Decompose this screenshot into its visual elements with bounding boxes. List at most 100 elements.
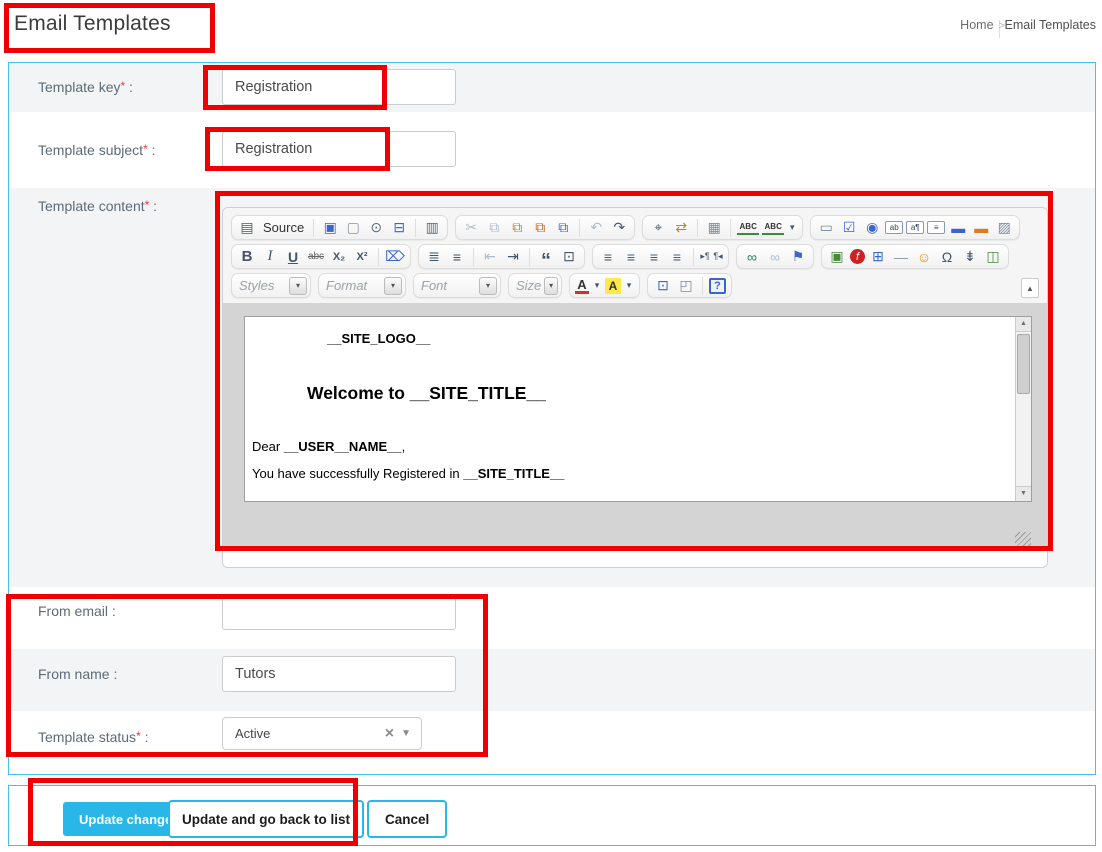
underline-icon[interactable]: U bbox=[283, 248, 303, 266]
spellcheck-icon[interactable]: ABC bbox=[737, 221, 759, 235]
styles-dropdown[interactable]: Styles▾ bbox=[231, 273, 311, 298]
chevron-down-icon[interactable]: ▾ bbox=[479, 277, 497, 295]
text-field-icon[interactable]: ab bbox=[885, 221, 903, 234]
div-container-icon[interactable]: ⊡ bbox=[559, 248, 579, 266]
toolbar-collapse-button[interactable]: ▲ bbox=[1021, 278, 1039, 298]
bold-icon[interactable]: B bbox=[237, 248, 257, 266]
outdent-icon[interactable]: ⇤ bbox=[480, 248, 500, 266]
print-icon[interactable]: ⊟ bbox=[389, 219, 409, 237]
text-dir-rtl-icon[interactable]: ¶◂ bbox=[713, 248, 723, 266]
align-left-icon[interactable]: ≡ bbox=[598, 248, 618, 266]
styles-dropdown-label: Styles bbox=[232, 278, 286, 293]
special-char-icon[interactable]: Ω bbox=[937, 248, 957, 266]
page-break-icon[interactable]: ⇟ bbox=[960, 248, 980, 266]
hidden-field-icon[interactable]: ▨ bbox=[994, 219, 1014, 237]
new-page-icon[interactable]: ▢ bbox=[343, 219, 363, 237]
bg-color-icon[interactable]: A bbox=[605, 278, 621, 294]
indent-icon[interactable]: ⇥ bbox=[503, 248, 523, 266]
smiley-icon[interactable]: ☺ bbox=[914, 248, 934, 266]
toolbar-separator bbox=[702, 277, 703, 295]
paste-icon[interactable]: ⧉ bbox=[507, 219, 527, 237]
subscript-icon[interactable]: X₂ bbox=[329, 248, 349, 266]
scayt-arrow-icon[interactable]: ▾ bbox=[787, 219, 797, 237]
chevron-down-icon[interactable]: ▼ bbox=[401, 728, 421, 739]
align-center-icon[interactable]: ≡ bbox=[621, 248, 641, 266]
undo-icon[interactable]: ↶ bbox=[586, 219, 606, 237]
anchor-icon[interactable]: ⚑ bbox=[788, 248, 808, 266]
find-icon[interactable]: ⌖ bbox=[648, 219, 668, 237]
site-logo-placeholder: __SITE_LOGO__ bbox=[327, 331, 430, 346]
form-icon[interactable]: ▭ bbox=[816, 219, 836, 237]
radio-icon[interactable]: ◉ bbox=[862, 219, 882, 237]
flash-icon[interactable]: f bbox=[850, 249, 865, 264]
text-dir-ltr-icon[interactable]: ▸¶ bbox=[700, 248, 710, 266]
remove-format-icon[interactable]: ⌦ bbox=[385, 248, 405, 266]
toolbar-group: BIUabcX₂X² ⌦ bbox=[231, 244, 411, 269]
scrollbar-thumb[interactable] bbox=[1017, 334, 1030, 394]
blockquote-icon[interactable]: “ bbox=[536, 248, 556, 266]
preview-icon[interactable]: ⊙ bbox=[366, 219, 386, 237]
bulleted-list-icon[interactable]: ≡ bbox=[447, 248, 467, 266]
horizontal-rule-icon[interactable]: ― bbox=[891, 248, 911, 266]
toolbar-separator bbox=[579, 219, 580, 237]
format-dropdown[interactable]: Format▾ bbox=[318, 273, 406, 298]
align-justify-icon[interactable]: ≡ bbox=[667, 248, 687, 266]
select-field-icon[interactable]: ≡ bbox=[927, 221, 945, 234]
text-color-arrow-icon[interactable]: ▾ bbox=[592, 277, 602, 295]
scroll-up-icon[interactable]: ▲ bbox=[1016, 317, 1031, 332]
cancel-button[interactable]: Cancel bbox=[367, 800, 447, 838]
copy-icon[interactable]: ⧉ bbox=[484, 219, 504, 237]
scayt-icon[interactable]: ABC bbox=[762, 221, 784, 235]
template-status-select[interactable]: Active × ▼ bbox=[222, 717, 422, 750]
source-label[interactable]: Source bbox=[260, 219, 307, 237]
button-icon[interactable]: ▬ bbox=[948, 219, 968, 237]
breadcrumb-home-link[interactable]: Home bbox=[960, 18, 993, 32]
from-email-input[interactable] bbox=[222, 594, 456, 630]
image-button-icon[interactable]: ▬ bbox=[971, 219, 991, 237]
from-name-input[interactable] bbox=[222, 656, 456, 692]
image-icon[interactable]: ▣ bbox=[827, 248, 847, 266]
chevron-down-icon[interactable]: ▾ bbox=[544, 277, 558, 295]
format-dropdown-label: Format bbox=[319, 278, 381, 293]
size-dropdown[interactable]: Size▾ bbox=[508, 273, 562, 298]
select-all-icon[interactable]: ▦ bbox=[704, 219, 724, 237]
paste-word-icon[interactable]: ⧉ bbox=[553, 219, 573, 237]
link-icon[interactable]: ∞ bbox=[742, 248, 762, 266]
templates-icon[interactable]: ▥ bbox=[422, 219, 442, 237]
iframe-icon[interactable]: ◫ bbox=[983, 248, 1003, 266]
source-icon[interactable]: ▤ bbox=[237, 219, 257, 237]
update-and-go-back-button[interactable]: Update and go back to list bbox=[168, 800, 364, 838]
toolbar-group: ✂⧉⧉⧉⧉↶↷ bbox=[455, 215, 635, 240]
show-blocks-icon[interactable]: ◰ bbox=[676, 277, 696, 295]
italic-icon[interactable]: I bbox=[260, 248, 280, 266]
superscript-icon[interactable]: X² bbox=[352, 248, 372, 266]
chevron-down-icon[interactable]: ▾ bbox=[289, 277, 307, 295]
editor-text-area[interactable]: __SITE_LOGO__ Welcome to __SITE_TITLE__ … bbox=[245, 317, 1015, 501]
template-key-input[interactable] bbox=[222, 69, 456, 105]
save-icon[interactable]: ▣ bbox=[320, 219, 340, 237]
font-dropdown[interactable]: Font▾ bbox=[413, 273, 501, 298]
text-color-icon[interactable]: A bbox=[575, 278, 589, 294]
editor-resize-handle[interactable] bbox=[1015, 532, 1031, 546]
from-name-row bbox=[9, 649, 1095, 711]
unlink-icon[interactable]: ∞ bbox=[765, 248, 785, 266]
about-icon[interactable]: ? bbox=[709, 278, 726, 294]
cut-icon[interactable]: ✂ bbox=[461, 219, 481, 237]
numbered-list-icon[interactable]: ≣ bbox=[424, 248, 444, 266]
editor-scrollbar[interactable]: ▲ ▼ bbox=[1015, 317, 1031, 501]
textarea-icon[interactable]: a¶ bbox=[906, 221, 924, 234]
redo-icon[interactable]: ↷ bbox=[609, 219, 629, 237]
checkbox-icon[interactable]: ☑ bbox=[839, 219, 859, 237]
clear-selection-icon[interactable]: × bbox=[378, 726, 401, 742]
replace-icon[interactable]: ⇄ bbox=[671, 219, 691, 237]
chevron-down-icon[interactable]: ▾ bbox=[384, 277, 402, 295]
strikethrough-icon[interactable]: abc bbox=[306, 248, 326, 266]
scroll-down-icon[interactable]: ▼ bbox=[1016, 486, 1031, 501]
bg-color-arrow-icon[interactable]: ▾ bbox=[624, 277, 634, 295]
page-title: Email Templates bbox=[14, 12, 171, 36]
maximize-icon[interactable]: ⊡ bbox=[653, 277, 673, 295]
template-subject-input[interactable] bbox=[222, 131, 456, 167]
paste-text-icon[interactable]: ⧉ bbox=[530, 219, 550, 237]
table-icon[interactable]: ⊞ bbox=[868, 248, 888, 266]
align-right-icon[interactable]: ≡ bbox=[644, 248, 664, 266]
